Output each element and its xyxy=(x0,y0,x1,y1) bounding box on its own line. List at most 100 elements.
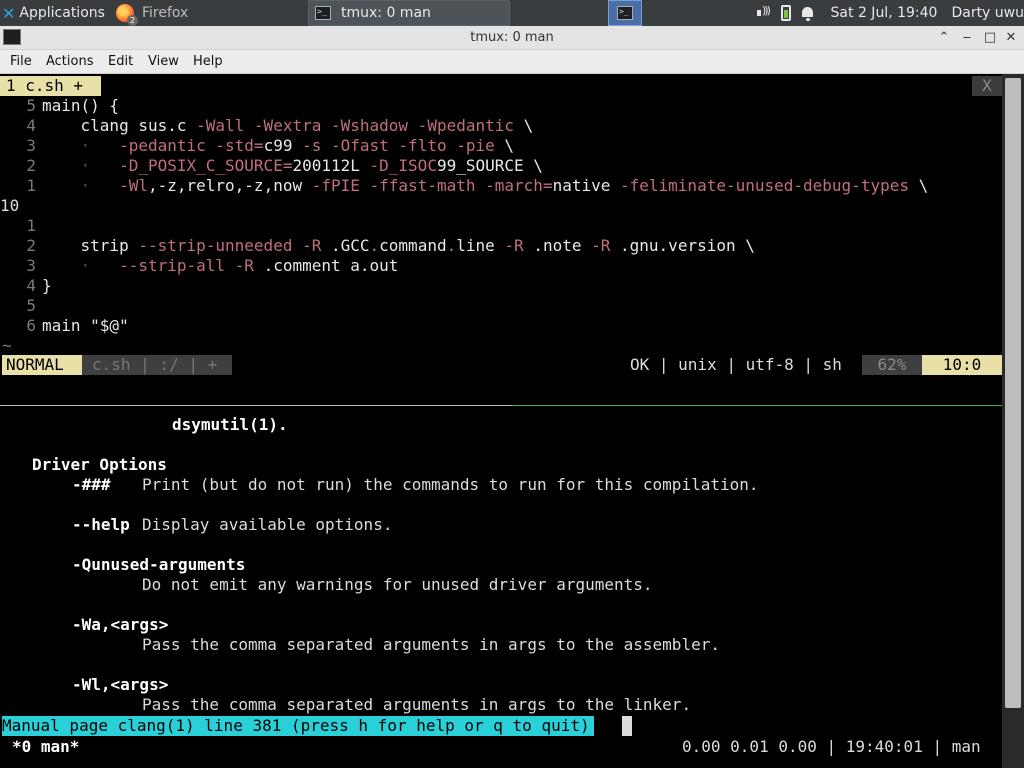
clock[interactable]: Sat 2 Jul, 19:40 xyxy=(831,5,938,21)
pane-divider[interactable] xyxy=(0,405,512,406)
man-description: Do not emit any warnings for unused driv… xyxy=(142,575,653,594)
code-token: main "$@" xyxy=(42,316,129,335)
terminal-scrollbar[interactable] xyxy=(1002,74,1024,768)
man-description: Display available options. xyxy=(142,515,393,534)
line-number: 3 xyxy=(26,256,36,275)
code-token: \ xyxy=(494,136,515,155)
menu-file[interactable]: File xyxy=(10,54,32,69)
code-token: } xyxy=(42,276,52,295)
window-titlebar[interactable]: tmux: 0 man ⌃ ‒ □ ✕ xyxy=(0,26,1024,50)
code-line[interactable]: main() { xyxy=(42,96,119,116)
line-number: 1 xyxy=(26,216,36,235)
man-option-name: dsymutil(1). xyxy=(172,415,288,434)
code-flag-token: -D_ISOC xyxy=(369,156,437,175)
line-number: 2 xyxy=(26,156,36,175)
indent-guide xyxy=(42,256,81,275)
code-token: 200112L xyxy=(292,156,370,175)
code-line[interactable]: · -pedantic -std=c99 -s -Ofast -flto -pi… xyxy=(42,136,514,156)
code-flag-token: . xyxy=(369,236,380,255)
indent-guide xyxy=(42,136,81,155)
code-line[interactable]: · -D_POSIX_C_SOURCE=200112L -D_ISOC99_SO… xyxy=(42,156,543,176)
applications-label: Applications xyxy=(19,5,105,21)
code-line[interactable]: main "$@" xyxy=(42,316,129,336)
scrollbar-thumb[interactable] xyxy=(1005,78,1021,708)
code-token: .note xyxy=(533,236,592,255)
window-title: tmux: 0 man xyxy=(470,30,554,45)
code-line[interactable]: } xyxy=(42,276,52,296)
code-token: .gnu.version \ xyxy=(620,236,755,255)
code-flag-token: -R xyxy=(591,236,621,255)
menu-actions[interactable]: Actions xyxy=(46,54,94,69)
code-line[interactable]: clang sus.c -Wall -Wextra -Wshadow -Wped… xyxy=(42,116,534,136)
terminal[interactable]: 1 c.sh + X 5 main() { 4 clang sus.c -Wall … xyxy=(0,74,1024,768)
code-flag-token: -s -Ofast -flto -pie xyxy=(302,136,495,155)
terminal-cursor xyxy=(622,716,632,736)
code-flag-token: . xyxy=(446,236,457,255)
vim-cursor-position: 10:0 xyxy=(922,355,1002,375)
man-description: Pass the comma separated arguments in ar… xyxy=(142,695,692,714)
battery-icon[interactable] xyxy=(781,5,792,21)
code-flag-token: -Wall -Wextra -Wshadow -Wpedantic xyxy=(196,116,515,135)
code-token: c99 xyxy=(263,136,303,155)
code-token: .comment a.out xyxy=(263,256,399,275)
man-option-name: -### xyxy=(72,475,111,494)
shade-button[interactable]: ⌃ xyxy=(935,29,953,47)
code-flag-token: -pedantic -std= xyxy=(119,136,264,155)
xfce-logo-icon: ✕ xyxy=(2,3,16,23)
taskbar-firefox[interactable]: 2 Firefox xyxy=(110,0,308,26)
tmux-status-right: 0.00 0.01 0.00 | 19:40:01 | man xyxy=(682,737,981,756)
tmux-window-tab[interactable]: *0 man* xyxy=(12,736,79,758)
code-flag-token: -fPIE -ffast-math -march= xyxy=(311,176,553,195)
line-number: 6 xyxy=(26,316,36,335)
menu-view[interactable]: View xyxy=(148,54,179,69)
workspace-terminal-icon: >_ xyxy=(617,6,633,20)
code-token: 99_SOURCE \ xyxy=(436,156,543,175)
vim-statusline: NORMAL c.sh | :/ | + OK | unix | utf-8 |… xyxy=(2,355,1002,375)
code-flag-token: -feliminate-unused-debug-types xyxy=(620,176,909,195)
workspace-switcher[interactable]: >_ xyxy=(608,0,642,26)
vim-file-format: OK | unix | utf-8 | sh xyxy=(630,355,842,374)
minimize-button[interactable]: ‒ xyxy=(958,29,976,47)
vim-scroll-percent: 62% xyxy=(862,355,922,375)
user-menu[interactable]: Darty uwu xyxy=(951,5,1024,21)
indent-guide xyxy=(42,176,81,195)
code-flag-token: -R xyxy=(504,236,534,255)
terminal-icon: >_ xyxy=(315,6,331,20)
line-number: 4 xyxy=(26,276,36,295)
pane-divider-active[interactable] xyxy=(512,405,1002,406)
code-token: .GCC xyxy=(330,236,370,255)
indent-guide: · xyxy=(80,256,120,275)
top-panel: ✕ Applications 2 Firefox >_ tmux: 0 man … xyxy=(0,0,1024,26)
code-token: command xyxy=(379,236,447,255)
code-token: \ xyxy=(908,176,929,195)
code-line[interactable]: strip --strip-unneeded -R .GCC.command.l… xyxy=(42,236,755,256)
maximize-button[interactable]: □ xyxy=(981,29,999,47)
close-button[interactable]: ✕ xyxy=(1002,29,1020,47)
man-option-name: -Wl,<args> xyxy=(72,675,169,694)
vim-tab-active[interactable]: 1 c.sh + xyxy=(0,76,101,96)
menu-edit[interactable]: Edit xyxy=(108,54,133,69)
indent-guide: · xyxy=(80,156,120,175)
line-number: 5 xyxy=(26,296,36,315)
code-token: \ xyxy=(514,116,534,135)
volume-icon[interactable] xyxy=(756,4,773,21)
code-line[interactable]: · --strip-all -R .comment a.out xyxy=(42,256,399,276)
code-token: clang sus.c xyxy=(80,116,197,135)
notification-bell-icon[interactable] xyxy=(799,5,816,21)
window-count-badge: 2 xyxy=(127,15,138,26)
system-tray: Sat 2 Jul, 19:40 Darty uwu xyxy=(756,0,1024,26)
taskbar-terminal-label: tmux: 0 man xyxy=(341,5,431,21)
empty-line-tilde: ~ xyxy=(2,336,12,355)
menu-bar: File Actions Edit View Help xyxy=(0,50,1024,74)
applications-menu[interactable]: ✕ Applications xyxy=(0,0,110,26)
line-number: 4 xyxy=(26,116,36,135)
menu-help[interactable]: Help xyxy=(193,54,223,69)
vim-tab-close[interactable]: X xyxy=(972,76,1002,96)
line-number: 5 xyxy=(26,96,36,115)
tmux-status-bar: *0 man* 0.00 0.01 0.00 | 19:40:01 | man xyxy=(0,736,1024,758)
indent-guide: · xyxy=(80,176,120,195)
taskbar-terminal[interactable]: >_ tmux: 0 man xyxy=(308,0,510,26)
code-line[interactable]: · -Wl,-z,relro,-z,now -fPIE -ffast-math … xyxy=(42,176,929,196)
vim-file-info: c.sh | :/ | + xyxy=(82,355,232,375)
